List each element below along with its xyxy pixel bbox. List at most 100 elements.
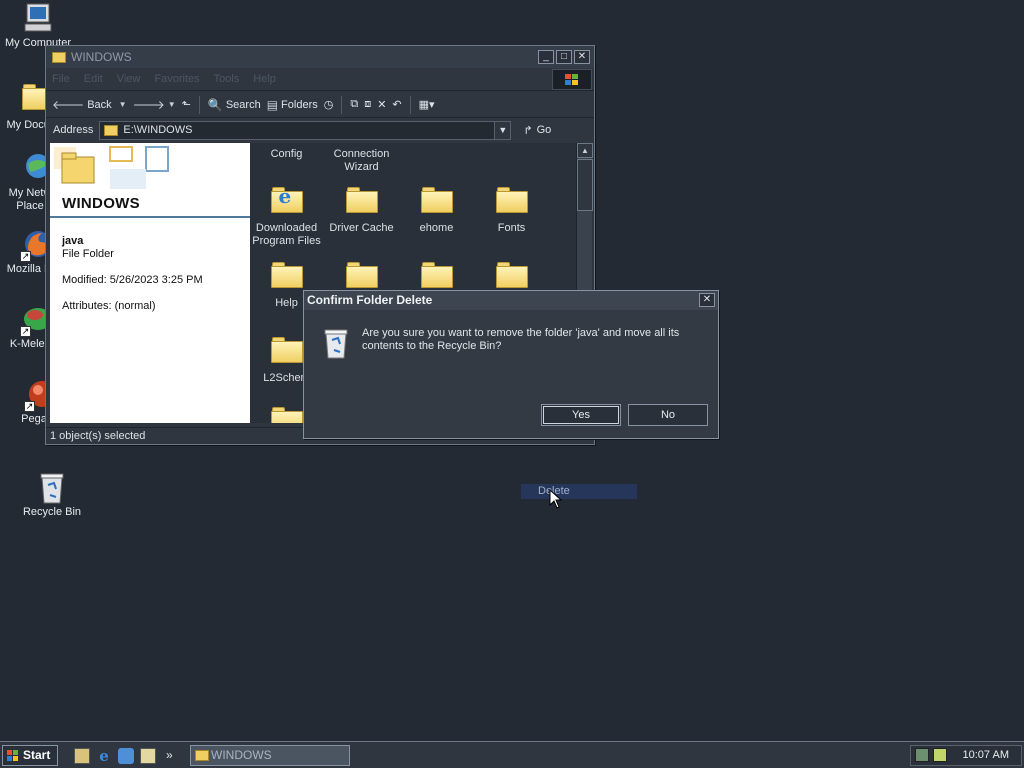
menu-help[interactable]: Help: [253, 73, 276, 85]
file-item[interactable]: Driver Cache: [324, 183, 399, 235]
back-button[interactable]: 🡐 Back ▼: [52, 97, 127, 112]
folders-button[interactable]: ▤ Folders: [267, 98, 318, 112]
toolbar-separator: [409, 95, 411, 114]
search-icon[interactable]: [140, 748, 156, 764]
menu-view[interactable]: View: [117, 73, 141, 85]
file-label: Help: [275, 297, 298, 309]
title-bar[interactable]: WINDOWS _ □ ✕: [46, 46, 594, 68]
toolbar-separator: [198, 95, 200, 114]
file-item[interactable]: ehome: [399, 183, 474, 235]
forward-button[interactable]: 🡒 ▼: [133, 97, 176, 112]
folder-icon: [474, 187, 549, 222]
address-dropdown-button[interactable]: ▼: [494, 121, 511, 139]
copy-to-icon[interactable]: ⧈: [364, 98, 371, 111]
menu-file[interactable]: File: [52, 73, 70, 85]
folders-icon: ▤: [266, 97, 279, 112]
taskbar-button-windows[interactable]: WINDOWS: [190, 745, 350, 766]
desktop-icon-label: Recycle Bin: [22, 506, 82, 518]
dialog-message: Are you sure you want to remove the fold…: [362, 327, 680, 352]
file-item[interactable]: Config: [250, 148, 324, 161]
delete-icon[interactable]: ✕: [377, 98, 386, 111]
views-icon[interactable]: ▦▾: [419, 98, 435, 111]
search-button[interactable]: 🔍 Search: [208, 98, 261, 112]
selected-item-modified: Modified: 5/26/2023 3:25 PM: [62, 274, 203, 286]
window-title: WINDOWS: [71, 50, 132, 64]
file-label: Config: [270, 148, 303, 160]
file-item[interactable]: e Downloaded Program Files: [250, 183, 324, 248]
scroll-up-button[interactable]: ▲: [577, 143, 593, 158]
selected-item-type: File Folder: [62, 248, 114, 260]
recycle-bin-icon: [322, 327, 350, 359]
maximize-button[interactable]: □: [556, 50, 572, 64]
go-button[interactable]: ↱ Go: [523, 124, 551, 137]
outlook-express-icon[interactable]: [118, 748, 134, 764]
search-label: Search: [225, 98, 261, 111]
desktop-icon-recycle-bin[interactable]: Recycle Bin: [14, 471, 90, 519]
selected-item-info: java File Folder Modified: 5/26/2023 3:2…: [62, 235, 203, 313]
dialog-title-bar[interactable]: Confirm Folder Delete ✕: [304, 291, 718, 310]
menu-favorites[interactable]: Favorites: [154, 73, 199, 85]
back-label: Back: [87, 98, 112, 111]
file-item[interactable]: Fonts: [474, 183, 549, 235]
pane-title: WINDOWS: [62, 195, 140, 212]
drag-ghost-label: Delete: [521, 484, 637, 499]
start-label: Start: [23, 748, 51, 762]
internet-explorer-icon[interactable]: e: [96, 748, 112, 764]
up-folder-icon[interactable]: ⬑: [182, 98, 191, 111]
folder-icon: [52, 51, 66, 63]
standard-toolbar: 🡐 Back ▼ 🡒 ▼ ⬑ 🔍 Search ▤ Folders ◷ ⧉ ⧈ …: [46, 92, 594, 118]
no-button[interactable]: No: [628, 404, 708, 426]
computer-icon: [22, 2, 54, 34]
back-arrow-icon: 🡐: [52, 98, 85, 112]
chevron-more-icon[interactable]: »: [166, 748, 182, 764]
address-label: Address: [53, 124, 94, 136]
folder-icon: [324, 187, 399, 222]
address-input[interactable]: E:\WINDOWS ▼: [99, 120, 512, 140]
ie-icon: e: [270, 186, 303, 217]
shortcut-arrow-icon: ↗: [20, 251, 31, 262]
file-label: Downloaded Program Files: [252, 222, 321, 247]
show-desktop-icon[interactable]: [74, 748, 90, 764]
chevron-down-icon[interactable]: ▼: [168, 100, 176, 109]
mouse-cursor-icon: [549, 489, 563, 509]
move-to-icon[interactable]: ⧉: [350, 98, 358, 111]
yes-button[interactable]: Yes: [541, 404, 621, 426]
menu-tools[interactable]: Tools: [214, 73, 240, 85]
menu-edit[interactable]: Edit: [84, 73, 103, 85]
history-icon[interactable]: ◷: [324, 98, 334, 111]
scroll-thumb[interactable]: [577, 159, 593, 211]
volume-tray-icon[interactable]: [933, 748, 947, 762]
details-pane: WINDOWS java File Folder Modified: 5/26/…: [50, 143, 250, 423]
file-label: Fonts: [497, 222, 526, 234]
address-value: E:\WINDOWS: [123, 124, 193, 136]
go-label: Go: [536, 124, 552, 136]
dialog-title: Confirm Folder Delete: [307, 293, 433, 307]
file-label: Driver Cache: [329, 222, 394, 234]
search-icon: 🔍: [207, 97, 223, 112]
chevron-down-icon[interactable]: ▼: [119, 100, 127, 109]
taskbar: Start e » WINDOWS 10:07 AM: [0, 741, 1024, 768]
windows-logo-icon: [7, 750, 19, 761]
recycle-bin-icon: [36, 471, 68, 504]
clock[interactable]: 10:07 AM: [963, 746, 1009, 765]
folder-icon: [399, 187, 474, 222]
windows-logo-box: [552, 69, 592, 90]
selected-item-name: java: [62, 235, 84, 247]
go-arrow-icon: ↱: [523, 124, 533, 137]
start-button[interactable]: Start: [2, 745, 58, 766]
folders-label: Folders: [281, 98, 318, 111]
confirm-delete-dialog[interactable]: Confirm Folder Delete ✕ Are you sure you…: [303, 290, 719, 439]
file-label: ehome: [419, 222, 454, 234]
folder-icon: [104, 124, 119, 136]
undo-icon[interactable]: ↶: [392, 98, 401, 111]
dialog-close-button[interactable]: ✕: [699, 293, 715, 307]
network-tray-icon[interactable]: [915, 748, 929, 762]
minimize-button[interactable]: _: [538, 50, 554, 64]
desktop-icon-my-computer[interactable]: My Computer: [0, 2, 76, 50]
divider: [50, 216, 250, 218]
file-label: Connection Wizard: [333, 148, 390, 173]
close-button[interactable]: ✕: [574, 50, 590, 64]
file-item[interactable]: Connection Wizard: [324, 148, 399, 174]
address-bar: Address E:\WINDOWS ▼ ↱ Go: [46, 119, 594, 141]
shortcut-arrow-icon: ↗: [20, 326, 31, 337]
